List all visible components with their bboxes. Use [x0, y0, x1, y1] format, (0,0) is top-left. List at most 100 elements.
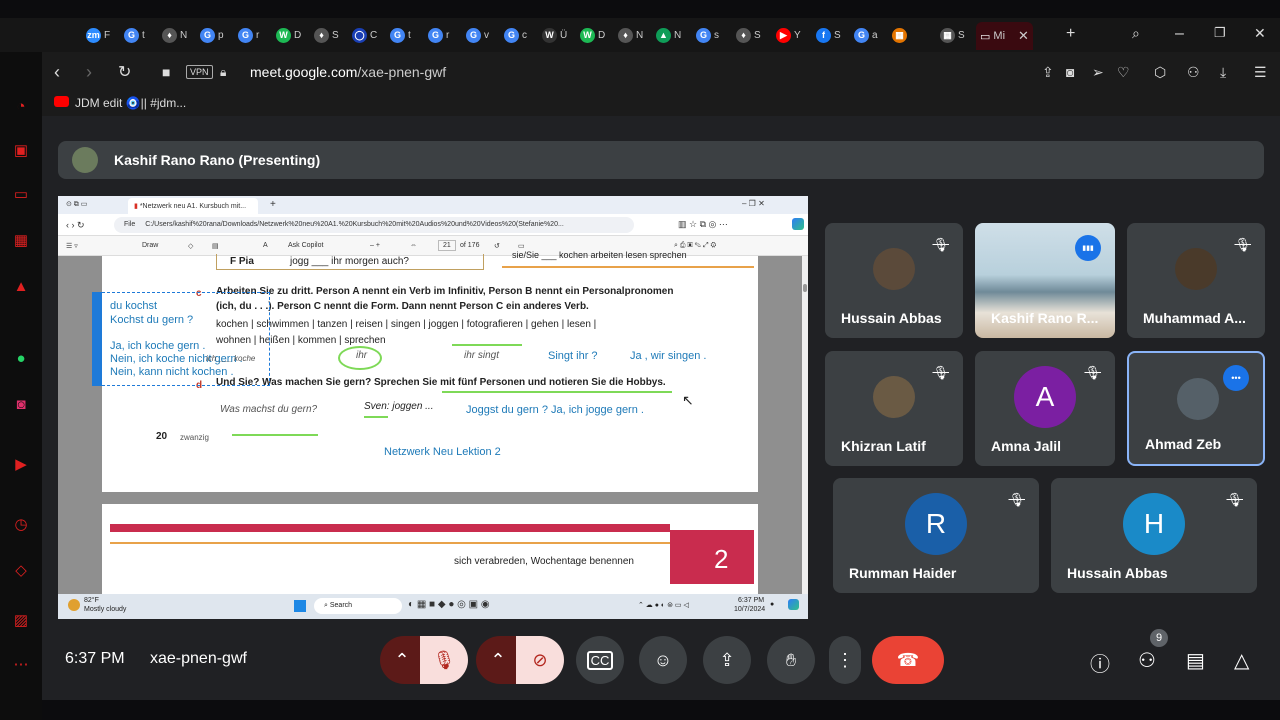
twitch-icon[interactable]: ▭ — [11, 184, 31, 204]
new-tab-icon[interactable]: + — [1066, 25, 1075, 43]
raise-hand-button[interactable]: ✋︎ — [767, 636, 815, 684]
snapshot-icon[interactable]: ◙ — [1066, 64, 1074, 80]
browser-tab[interactable]: ♦ N — [162, 23, 187, 47]
browser-tab[interactable]: WÜ — [542, 23, 567, 47]
pink-rule — [110, 524, 670, 532]
browser-tab[interactable]: ▶ Y — [776, 23, 801, 47]
restore-icon[interactable]: ❐ — [1214, 25, 1226, 41]
profile-icon[interactable]: ⚇ — [1187, 64, 1200, 81]
speaking-indicator-icon[interactable]: ▮▮▮ — [1075, 235, 1101, 261]
present-screen-button[interactable]: ⇪ — [703, 636, 751, 684]
activities-button[interactable]: △ — [1234, 648, 1249, 673]
whatsapp-icon[interactable]: ● — [11, 348, 31, 368]
browser-tab[interactable]: Gt — [124, 23, 145, 47]
participant-avatar — [873, 375, 915, 418]
participant-name: Ahmad Zeb — [1145, 436, 1222, 452]
close-tab-icon[interactable]: ✕ — [1018, 28, 1029, 44]
participant-tile[interactable]: Kashif Rano R... ▮▮▮ — [975, 223, 1115, 338]
heart-icon[interactable]: ♡ — [1117, 64, 1130, 81]
camera-icon[interactable]: ■ — [162, 64, 170, 80]
browser-tab[interactable]: zm F — [86, 23, 110, 47]
tab-google-meet[interactable]: ▭ Mi ✕ — [976, 22, 1033, 50]
browser-tab[interactable]: ▦ — [892, 23, 910, 47]
browser-tab[interactable]: ▲ N — [656, 23, 681, 47]
calendar-icon[interactable]: ▦ — [11, 230, 31, 250]
chevron-up-icon: ⌃ — [394, 649, 410, 670]
browser-tab[interactable]: fS — [816, 23, 841, 47]
browser-tab[interactable]: Gr — [428, 23, 449, 47]
search-label: Search — [329, 602, 353, 609]
tab-search-icon[interactable]: ⌕ — [1132, 25, 1140, 42]
hangup-icon: ☎ — [896, 649, 920, 670]
bookmark-jdm[interactable]: JDM edit 🧿|| #jdm... — [75, 96, 186, 110]
pdf-toolbar: ☰ ▿ Draw ◇ ▤ A Ask Copilot – + ⇔ 21 of 1… — [58, 236, 808, 256]
shopping-bag-icon[interactable]: ▣ — [11, 140, 31, 160]
participant-tile[interactable]: H Hussain Abbas 🎙︎ — [1051, 478, 1257, 593]
tab-favicon-icon: W — [276, 27, 291, 43]
tab-label: S — [754, 29, 761, 41]
browser-tab[interactable]: Ga — [854, 23, 878, 47]
browser-tab[interactable]: WD — [276, 23, 301, 47]
participant-tile[interactable]: Ahmad Zeb ••• — [1127, 351, 1265, 466]
tile-options-icon[interactable]: ••• — [1223, 365, 1249, 391]
tab-favicon-icon: ♦ — [736, 27, 751, 43]
download-icon[interactable]: ⤓ — [1220, 64, 1226, 81]
video-options-button[interactable]: ⌃ — [476, 636, 520, 684]
instagram-icon[interactable]: ◙ — [11, 394, 31, 414]
forward-icon[interactable]: › — [86, 62, 92, 83]
view-icon: ▤ — [212, 243, 219, 250]
lock-icon[interactable]: 🔒︎ — [220, 65, 226, 80]
participant-tile[interactable]: A Amna Jalil 🎙︎ — [975, 351, 1115, 466]
browser-tab[interactable]: Gt — [390, 23, 411, 47]
back-icon[interactable]: ‹ — [54, 62, 60, 83]
captions-button[interactable]: CC — [576, 636, 624, 684]
orange-rule-2 — [110, 542, 670, 544]
browser-tab[interactable]: ♦ N — [618, 23, 643, 47]
leave-call-button[interactable]: ☎ — [872, 636, 944, 684]
camera-toggle-button[interactable]: ⊘ — [516, 636, 564, 684]
browser-tab[interactable]: ♦ S — [736, 23, 761, 47]
microphone-toggle-button[interactable]: 🎙︎ — [420, 636, 468, 684]
meeting-info-button[interactable]: ⓘ — [1090, 648, 1110, 677]
rotate-icon: ↺ — [494, 243, 500, 250]
more-icon[interactable]: ⋯ — [11, 654, 31, 674]
browser-tab[interactable]: Gc — [504, 23, 527, 47]
vpn-badge[interactable]: VPN — [186, 65, 213, 79]
player-icon[interactable]: ▶ — [11, 454, 31, 474]
speed-dial-icon[interactable]: ◔ — [11, 96, 31, 116]
exercise-c-line2: (ich, du . . .). Person C nennt die Form… — [216, 301, 589, 312]
browser-tab[interactable]: Gr — [238, 23, 259, 47]
browser-tab[interactable]: Gv — [466, 23, 489, 47]
more-options-button[interactable]: ⋮ — [829, 636, 861, 684]
menu-icon[interactable]: ☰ — [1254, 64, 1267, 81]
audio-options-button[interactable]: ⌃ — [380, 636, 424, 684]
aria-icon[interactable]: ▲ — [11, 276, 31, 296]
minimize-icon[interactable]: – — [1175, 25, 1184, 43]
participant-tile[interactable]: Muhammad A... 🎙︎ — [1127, 223, 1265, 338]
bubble-was-machst: Was machst du gern? — [220, 404, 318, 415]
close-window-icon[interactable]: ✕ — [1254, 25, 1266, 42]
reload-icon[interactable]: ↻ — [118, 62, 131, 82]
browser-tab[interactable]: ◯ C — [352, 23, 377, 47]
browser-tab[interactable]: Gp — [200, 23, 224, 47]
extensions-cube-icon[interactable]: ◇ — [11, 560, 31, 580]
share-icon[interactable]: ⇪ — [1042, 64, 1054, 81]
extensions-icon[interactable]: ⬡ — [1154, 64, 1166, 81]
participant-tile[interactable]: R Rumman Haider 🎙︎ — [833, 478, 1039, 593]
url-field[interactable]: meet.google.com/xae-pnen-gwf — [250, 64, 446, 80]
shared-nav-icons: ‹ › ↻ — [66, 220, 85, 230]
meeting-clock: 6:37 PM — [65, 650, 125, 667]
history-icon[interactable]: ◷ — [11, 514, 31, 534]
weather-desc: Mostly cloudy — [84, 606, 127, 613]
browser-tab[interactable]: ▦ S — [940, 23, 965, 47]
browser-tab[interactable]: Gs — [696, 23, 719, 47]
browser-tab[interactable]: WD — [580, 23, 605, 47]
gallery-icon[interactable]: ▨ — [11, 610, 31, 630]
participant-tile[interactable]: Khizran Latif 🎙︎ — [825, 351, 963, 466]
participant-tile[interactable]: Hussain Abbas 🎙︎ — [825, 223, 963, 338]
send-icon[interactable]: ➢ — [1092, 64, 1104, 81]
people-button[interactable]: ⚇ — [1138, 648, 1156, 673]
chat-button[interactable]: ▤ — [1186, 648, 1205, 673]
browser-tab[interactable]: ♦ S — [314, 23, 339, 47]
reactions-button[interactable]: ☺ — [639, 636, 687, 684]
